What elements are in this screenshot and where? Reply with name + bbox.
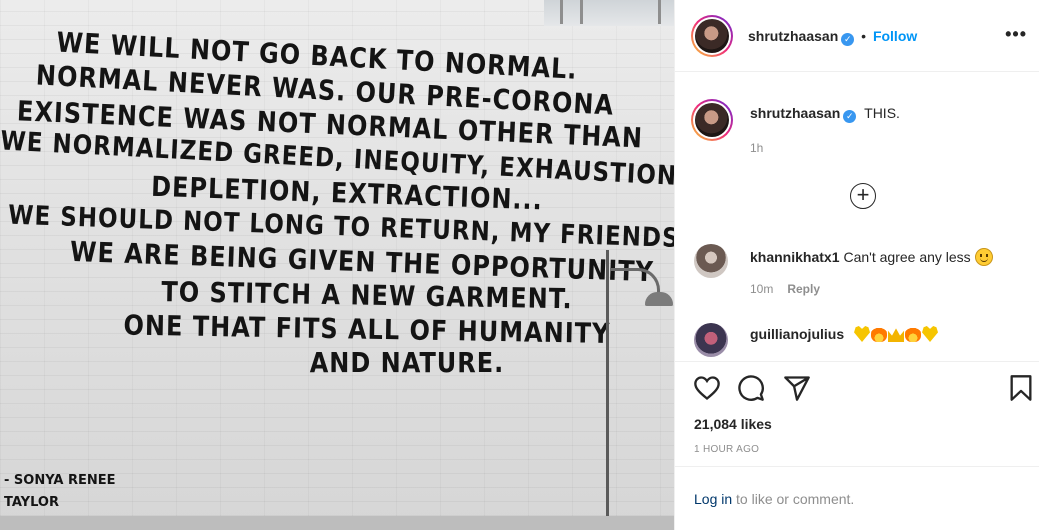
fire-emoji-icon: [905, 326, 922, 342]
separator-dot: •: [861, 28, 867, 44]
share-icon[interactable]: [783, 374, 811, 402]
post-header: shrutzhaasan ✓ • Follow •••: [675, 0, 1039, 72]
street-lamp-pole: [606, 250, 609, 530]
login-prompt: Log in to like or comment.: [694, 491, 854, 507]
smiling-face-emoji-icon: [974, 248, 993, 266]
mural-attribution: - SONYA RENEE TAYLOR: [4, 470, 124, 514]
like-count[interactable]: 21,084 likes: [694, 416, 772, 432]
verified-badge-icon: ✓: [843, 110, 857, 123]
roof-post: [560, 0, 563, 24]
author-username[interactable]: shrutzhaasan: [748, 28, 838, 44]
author-name-row: shrutzhaasan ✓ • Follow: [748, 28, 917, 46]
mural-text: WE WILL NOT GO BACK TO NORMAL. NORMAL NE…: [0, 26, 674, 380]
comments-section[interactable]: shrutzhaasan ✓ THIS. 1h + khannikhatx1 Can…: [675, 73, 1039, 361]
mural-line: AND NATURE.: [309, 346, 505, 380]
reply-button[interactable]: Reply: [787, 282, 820, 296]
yellow-heart-emoji-icon: [854, 326, 871, 342]
login-prompt-text: to like or comment.: [732, 491, 855, 507]
post-timestamp[interactable]: 1 HOUR AGO: [694, 444, 759, 455]
comment-timestamp[interactable]: 10m: [750, 282, 773, 296]
caption-text: THIS.: [864, 105, 900, 121]
verified-badge-icon: ✓: [841, 33, 855, 46]
comment-item: khannikhatx1 Can't agree any less: [750, 248, 993, 266]
comment-username[interactable]: guillianojulius: [750, 326, 844, 342]
heart-icon[interactable]: [693, 374, 721, 402]
load-more-comments-icon[interactable]: +: [850, 183, 876, 209]
crown-emoji-icon: [888, 328, 905, 342]
sky: [544, 0, 674, 26]
attribution-line: - SONYA RENEE: [4, 473, 116, 488]
commenter-avatar[interactable]: [694, 244, 728, 278]
attribution-line: TAYLOR: [4, 495, 59, 510]
post-image[interactable]: WE WILL NOT GO BACK TO NORMAL. NORMAL NE…: [0, 0, 674, 530]
comment-meta: 10m Reply: [750, 282, 820, 296]
caption-username[interactable]: shrutzhaasan: [750, 105, 840, 121]
commenter-avatar[interactable]: [694, 323, 728, 357]
post-side-panel: shrutzhaasan ✓ • Follow ••• shrutzhaasan ✓…: [674, 0, 1039, 530]
caption-timestamp[interactable]: 1h: [750, 141, 763, 155]
more-options-icon[interactable]: •••: [1005, 24, 1027, 45]
roof-post: [658, 0, 661, 24]
street-lamp-head: [645, 292, 673, 306]
login-link[interactable]: Log in: [694, 491, 732, 507]
yellow-heart-emoji-icon: [922, 326, 939, 342]
caption-author-avatar[interactable]: [691, 99, 733, 141]
post-actions: 21,084 likes 1 HOUR AGO: [675, 361, 1039, 467]
comment-item: guillianojulius: [750, 326, 939, 342]
fire-emoji-icon: [871, 326, 888, 342]
comment-text: Can't agree any less: [843, 249, 971, 265]
follow-button[interactable]: Follow: [873, 28, 917, 44]
comment-username[interactable]: khannikhatx1: [750, 249, 839, 265]
roof-post: [580, 0, 583, 24]
author-avatar[interactable]: [691, 15, 733, 57]
caption: shrutzhaasan ✓ THIS.: [750, 105, 900, 123]
bookmark-icon[interactable]: [1007, 374, 1035, 402]
comment-icon[interactable]: [737, 374, 765, 402]
sidewalk: [0, 516, 674, 530]
